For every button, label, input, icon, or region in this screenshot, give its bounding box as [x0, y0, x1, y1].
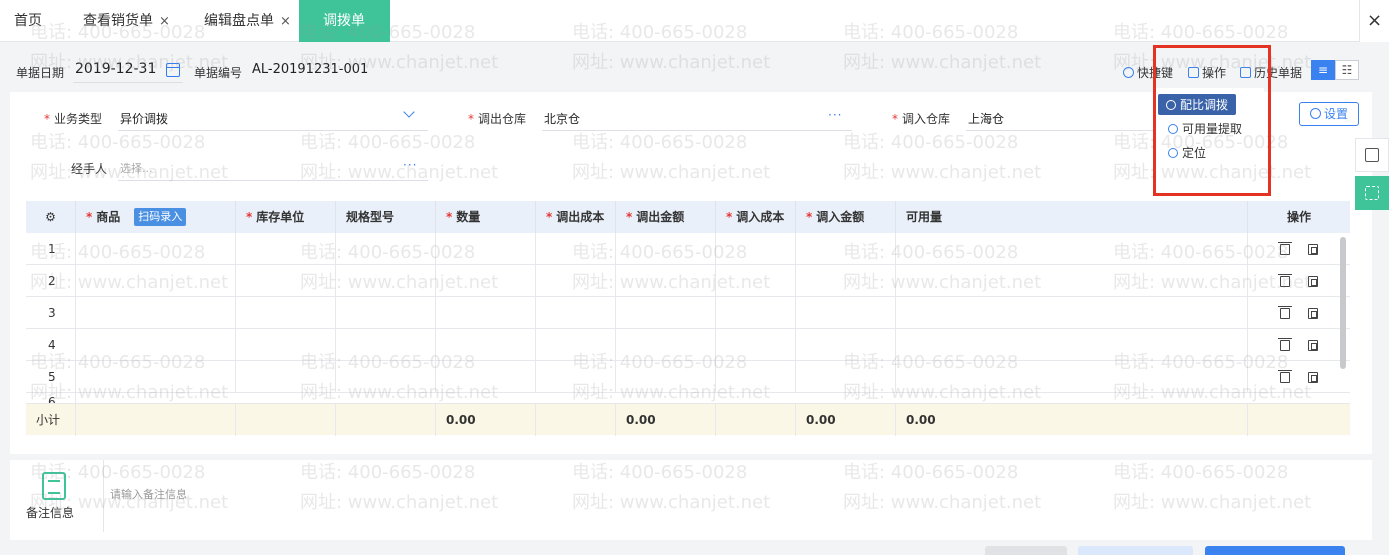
out-warehouse-field[interactable]: 北京仓	[544, 110, 580, 127]
subtotal-in-cost: 0.00	[796, 404, 896, 436]
tab-home[interactable]: 首页	[14, 0, 42, 42]
more-dots-icon[interactable]: ···	[403, 158, 417, 172]
row-number: 4	[26, 329, 76, 361]
col-spec: 规格型号	[336, 201, 436, 233]
col-out-cost: * 调出成本	[536, 201, 616, 233]
copy-icon[interactable]	[1308, 276, 1318, 287]
footer-button[interactable]	[1078, 546, 1193, 555]
tab-bar: 首页 查看销货单 × 编辑盘点单 × 调拨单× ×	[0, 0, 1389, 71]
delete-icon[interactable]	[1278, 338, 1292, 351]
delete-icon[interactable]	[1278, 306, 1292, 319]
notepad-icon	[42, 472, 66, 500]
doc-no-value: AL-20191231-001	[252, 62, 369, 77]
window-close-button[interactable]: ×	[1359, 0, 1389, 42]
col-available: 可用量	[896, 201, 1248, 233]
row-number: 6	[26, 393, 76, 403]
divider	[103, 460, 104, 532]
expand-side-button[interactable]	[1355, 176, 1389, 210]
col-in-cost: * 调入成本	[716, 201, 796, 233]
list-view-icon[interactable]: ≡	[1311, 60, 1335, 80]
handler-underline	[118, 180, 428, 181]
gear-icon	[1123, 67, 1134, 78]
table-row[interactable]: 3	[26, 297, 1350, 329]
col-unit: * 库存单位	[236, 201, 336, 233]
subtotal-qty: 0.00	[436, 404, 536, 436]
col-out-amount: * 调出金额	[616, 201, 716, 233]
table-row[interactable]: 5	[26, 361, 1350, 393]
settings-label: 设置	[1323, 107, 1348, 121]
out-warehouse-label: * 调出仓库	[468, 112, 527, 126]
row-number: 2	[26, 265, 76, 297]
tab-transfer[interactable]: 调拨单×	[299, 0, 390, 71]
close-icon[interactable]: ×	[280, 14, 291, 29]
handler-input[interactable]: 选择...	[120, 160, 153, 176]
copy-icon[interactable]	[1308, 244, 1318, 255]
col-action: 操作	[1286, 210, 1311, 224]
handler-label: 经手人	[71, 162, 108, 176]
delete-icon[interactable]	[1278, 242, 1292, 255]
biz-type-label: * 业务类型	[44, 112, 103, 126]
settings-button[interactable]: 设置	[1299, 102, 1359, 126]
delete-icon[interactable]	[1278, 274, 1292, 287]
tab-label: 调拨单	[323, 13, 365, 29]
in-warehouse-label: * 调入仓库	[892, 112, 951, 126]
copy-icon[interactable]	[1308, 308, 1318, 319]
row-number: 5	[26, 361, 76, 393]
footer-button[interactable]	[985, 546, 1067, 555]
tab-label: 查看销货单	[83, 13, 153, 29]
biz-type-select[interactable]: 异价调拨	[120, 110, 168, 127]
scan-entry-button[interactable]: 扫码录入	[134, 208, 187, 226]
copy-icon[interactable]	[1308, 340, 1318, 351]
subtotal-row: 小计 0.00 0.00 0.00 0.00	[26, 403, 1350, 436]
close-icon[interactable]: ×	[159, 14, 170, 29]
chevron-down-icon[interactable]	[403, 106, 415, 118]
biz-type-underline	[118, 130, 428, 131]
tab-view-sales[interactable]: 查看销货单 ×	[83, 0, 170, 42]
row-number: 1	[26, 233, 76, 265]
subtotal-in-amount: 0.00	[896, 404, 1248, 436]
table-row[interactable]: 1	[26, 233, 1350, 265]
doc-no-label: 单据编号	[194, 66, 243, 80]
footer-primary-button[interactable]	[1205, 546, 1345, 555]
detail-view-icon[interactable]: ☷	[1335, 60, 1359, 80]
subtotal-label: 小计	[26, 404, 76, 436]
row-number: 3	[26, 297, 76, 329]
tab-edit-stocktake[interactable]: 编辑盘点单 ×	[204, 0, 291, 42]
calendar-icon[interactable]	[166, 63, 180, 77]
in-warehouse-underline	[966, 130, 1154, 131]
remarks-label: 备注信息	[26, 506, 75, 520]
delete-icon[interactable]	[1278, 370, 1292, 383]
fullscreen-icon	[1365, 186, 1379, 200]
table-scrollbar[interactable]	[1340, 237, 1346, 369]
column-settings-icon[interactable]: ⚙	[26, 201, 76, 233]
more-dots-icon[interactable]: ···	[828, 108, 842, 122]
tab-label: 编辑盘点单	[204, 13, 274, 29]
col-qty: * 数量	[436, 201, 536, 233]
subtotal-out-amount: 0.00	[616, 404, 716, 436]
notes-side-button[interactable]	[1355, 138, 1389, 172]
in-warehouse-field[interactable]: 上海仓	[968, 110, 1004, 127]
copy-icon[interactable]	[1308, 372, 1318, 383]
table-row[interactable]: 4	[26, 329, 1350, 361]
date-underline	[73, 82, 183, 83]
gear-icon	[1309, 108, 1321, 119]
note-icon	[1365, 148, 1379, 162]
remarks-section: 备注信息 请输入备注信息	[10, 460, 1372, 540]
annotation-highlight-box	[1153, 45, 1271, 196]
table-row[interactable]: 6	[26, 393, 1350, 403]
out-warehouse-underline	[542, 130, 852, 131]
remarks-input[interactable]: 请输入备注信息	[110, 486, 187, 502]
view-toggle: ≡ ☷	[1311, 60, 1359, 82]
col-in-amount: * 调入金额	[796, 201, 896, 233]
tab-label: 首页	[14, 13, 42, 29]
table-header: ⚙ * 商品 扫码录入 * 库存单位 规格型号 * 数量 * 调出成本 * 调出金额 * 调入…	[26, 201, 1350, 233]
date-label: 单据日期	[16, 66, 65, 80]
col-product: * 商品 扫码录入	[76, 201, 236, 233]
table-row[interactable]: 2	[26, 265, 1350, 297]
date-field[interactable]: 2019-12-31	[75, 61, 156, 77]
